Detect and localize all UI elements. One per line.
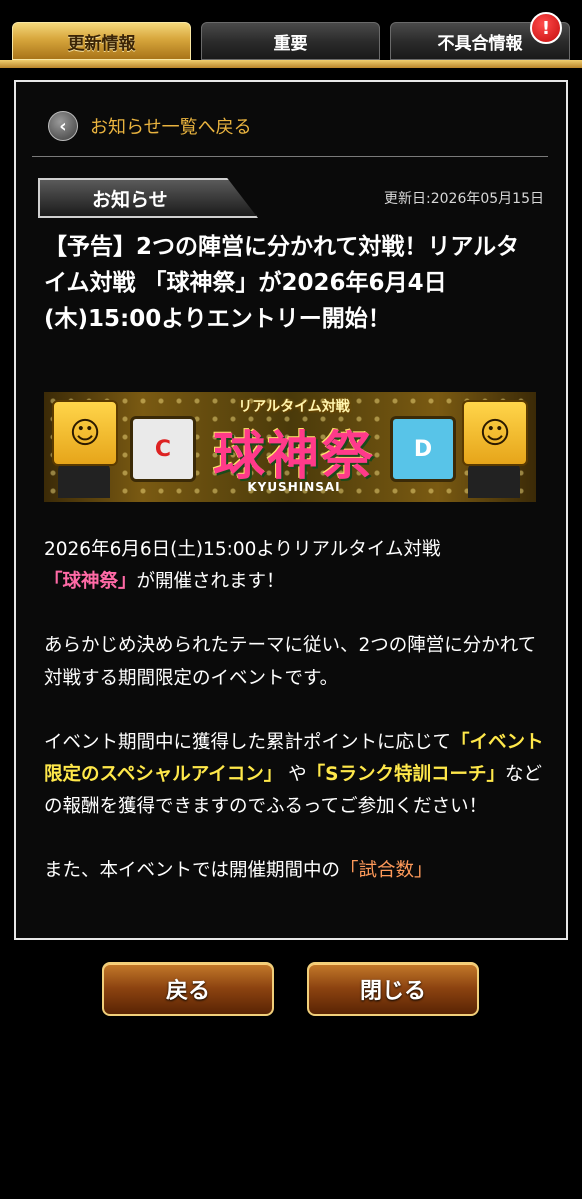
close-button[interactable]: 閉じる [307, 962, 479, 1016]
alert-badge-icon: ! [530, 12, 562, 44]
paragraph-1: 2026年6月6日(土)15:00よりリアルタイム対戦 「球神祭」が開催されます！ [44, 539, 441, 593]
team-emblem-blue-icon: D [390, 416, 456, 482]
paragraph-2: あらかじめ決められたテーマに従い、2つの陣営に分かれて対戦する期間限定のイベント… [44, 635, 537, 689]
tab-important[interactable]: 重要 [201, 22, 380, 60]
tab-underline [0, 60, 582, 68]
mascot-right-icon: ☺ [462, 400, 528, 466]
tab-updates[interactable]: 更新情報 [12, 22, 191, 60]
notice-headline: 【予告】2つの陣営に分かれて対戦！リアルタイム対戦 「球神祭」が2026年6月4… [44, 234, 520, 332]
team-emblem-red-icon: C [130, 416, 196, 482]
chevron-left-icon: ‹ [48, 111, 78, 141]
updated-date: 更新日:2026年05月15日 [384, 191, 544, 207]
paragraph-3: イベント期間中に獲得した累計ポイントに応じて「イベント限定のスペシャルアイコン」… [44, 731, 544, 818]
back-link-label: お知らせ一覧へ戻る [90, 117, 252, 138]
notice-category-tag: お知らせ [38, 178, 258, 218]
event-banner-image: ☺ C D ☺ リアルタイム対戦 球神祭 KYUSHINSAI [44, 392, 536, 502]
banner-subtitle: リアルタイム対戦 [238, 399, 350, 415]
mascot-left-icon: ☺ [52, 400, 118, 466]
divider [32, 156, 548, 157]
back-button[interactable]: 戻る [102, 962, 274, 1016]
notice-panel: ‹ お知らせ一覧へ戻る お知らせ 更新日:2026年05月15日 【予告】2つの… [14, 80, 568, 940]
notice-body: 2026年6月6日(土)15:00よりリアルタイム対戦 「球神祭」が開催されます！… [44, 534, 544, 920]
tab-bar: 更新情報 重要 不具合情報 ! [0, 0, 582, 70]
back-to-list-link[interactable]: ‹ お知らせ一覧へ戻る [48, 110, 252, 142]
paragraph-4: また、本イベントでは開催期間中の「試合数」 [44, 860, 433, 882]
banner-logo: 球神祭 [212, 426, 375, 487]
banner-romaji: KYUSHINSAI [247, 480, 341, 494]
